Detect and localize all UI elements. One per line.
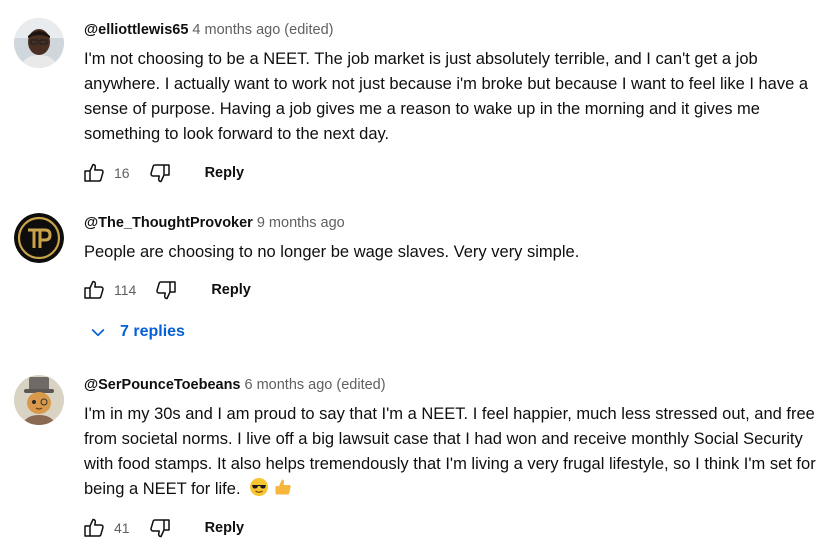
view-replies-button[interactable]: 7 replies <box>88 318 185 346</box>
chevron-down-icon <box>91 328 105 337</box>
dislike-button[interactable] <box>148 516 172 540</box>
comment-text: I'm in my 30s and I am proud to say that… <box>84 405 816 498</box>
avatar-elliottlewis65[interactable] <box>14 18 64 68</box>
comment-header: @SerPounceToebeans 6 months ago (edited) <box>84 375 816 395</box>
like-button[interactable] <box>82 278 106 302</box>
comment-actions: 41 Reply <box>82 514 244 542</box>
comment-actions: 16 Reply <box>82 159 244 187</box>
avatar-serpouncetoebeans[interactable] <box>14 375 64 425</box>
dislike-button[interactable] <box>154 278 178 302</box>
reply-button[interactable]: Reply <box>205 520 245 536</box>
like-count: 16 <box>114 165 130 181</box>
thumbs-up-emoji <box>273 477 293 505</box>
comment-actions: 114 Reply <box>82 276 251 304</box>
dislike-icon <box>156 281 177 300</box>
comment-header: @The_ThoughtProvoker 9 months ago <box>84 213 816 233</box>
replies-count-label: 7 replies <box>120 323 185 340</box>
author-name[interactable]: @The_ThoughtProvoker <box>84 215 253 231</box>
timestamp[interactable]: 9 months ago <box>257 215 345 231</box>
comment-header: @elliottlewis65 4 months ago (edited) <box>84 20 816 40</box>
like-icon <box>84 163 104 182</box>
like-button[interactable] <box>82 516 106 540</box>
reply-button[interactable]: Reply <box>205 165 245 181</box>
like-icon <box>84 518 104 537</box>
reply-button[interactable]: Reply <box>211 282 251 298</box>
author-name[interactable]: @SerPounceToebeans <box>84 377 241 393</box>
like-count: 114 <box>114 282 137 298</box>
avatar-the-thoughtprovoker[interactable] <box>14 213 64 263</box>
sunglasses-emoji <box>249 477 269 505</box>
dislike-icon <box>149 519 170 538</box>
comment-text: People are choosing to no longer be wage… <box>84 243 580 261</box>
author-name[interactable]: @elliottlewis65 <box>84 22 188 38</box>
like-button[interactable] <box>82 161 106 185</box>
comment-text-container: I'm in my 30s and I am proud to say that… <box>84 402 816 505</box>
comment-text: I'm not choosing to be a NEET. The job m… <box>84 50 809 143</box>
like-icon <box>84 280 104 299</box>
timestamp[interactable]: 4 months ago (edited) <box>192 22 333 38</box>
dislike-button[interactable] <box>148 161 172 185</box>
dislike-icon <box>149 164 170 183</box>
like-count: 41 <box>114 520 130 536</box>
timestamp[interactable]: 6 months ago (edited) <box>245 377 386 393</box>
